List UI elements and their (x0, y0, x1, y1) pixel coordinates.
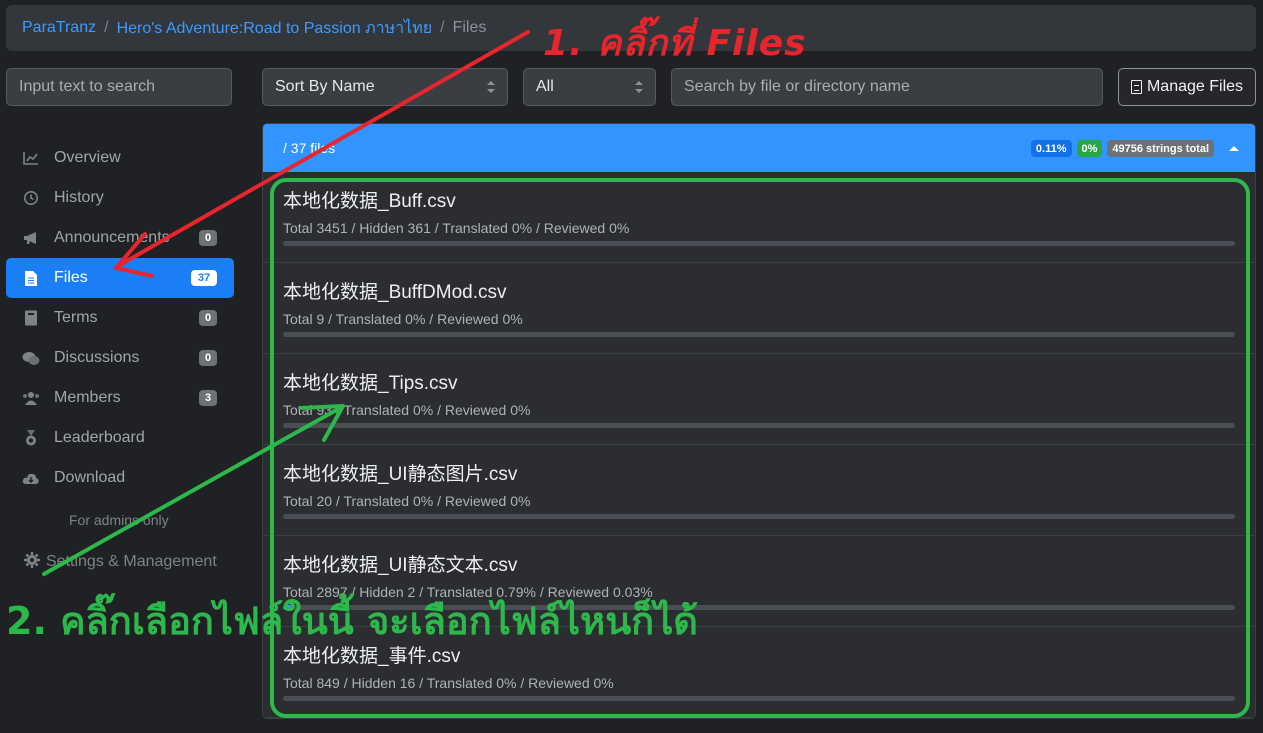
file-name-link[interactable]: 本地化数据_UI静态图片.csv (283, 459, 1235, 486)
file-stats: Total 93 / Translated 0% / Reviewed 0% (283, 402, 531, 418)
breadcrumb-separator: / (440, 19, 445, 36)
sidebar-item-history[interactable]: History (6, 178, 234, 218)
sidebar-item-label: History (54, 189, 104, 206)
reviewed-percent-badge: 0% (1076, 140, 1103, 157)
sidebar-item-announcements[interactable]: Announcements 0 (6, 218, 234, 258)
file-name-link[interactable]: 本地化数据_Tips.csv (283, 368, 1235, 395)
collapse-caret-icon[interactable] (1229, 146, 1239, 151)
file-stats: Total 3451 / Hidden 361 / Translated 0% … (283, 220, 630, 236)
directory-header[interactable]: / 37 files 0.11% 0% 49756 strings total (263, 124, 1255, 172)
comments-icon (22, 350, 40, 366)
sort-select[interactable]: Sort By Name (262, 68, 508, 106)
breadcrumb-project-link[interactable]: Hero's Adventure:Road to Passion ภาษาไทย (117, 16, 433, 41)
sidebar: Overview History Announcements 0 Files 3… (6, 138, 234, 582)
file-icon (22, 270, 40, 286)
sidebar-search-input[interactable]: Input text to search (6, 68, 232, 106)
admin-only-note: For admins only (69, 512, 169, 528)
strings-total-badge: 49756 strings total (1107, 140, 1214, 157)
directory-stats: 0.11% 0% 49756 strings total (1030, 140, 1239, 157)
sidebar-item-overview[interactable]: Overview (6, 138, 234, 178)
sidebar-item-leaderboard[interactable]: Leaderboard (6, 418, 234, 458)
cloud-download-icon (22, 470, 40, 486)
file-stats: Total 9 / Translated 0% / Reviewed 0% (283, 311, 523, 327)
megaphone-icon (22, 230, 40, 246)
medal-icon (22, 430, 40, 446)
file-name-link[interactable]: 本地化数据_Buff.csv (283, 186, 1235, 213)
book-icon (22, 310, 40, 326)
file-name-link[interactable]: 本地化数据_UI静态文本.csv (283, 550, 1235, 577)
sidebar-item-settings[interactable]: Settings & Management (6, 542, 234, 582)
file-search-input[interactable]: Search by file or directory name (671, 68, 1103, 106)
history-icon (22, 190, 40, 206)
count-badge: 3 (199, 390, 217, 406)
count-badge: 0 (199, 310, 217, 326)
file-row[interactable]: 本地化数据_UI静态图片.csv Total 20 / Translated 0%… (263, 445, 1255, 536)
count-badge: 0 (199, 230, 217, 246)
file-row[interactable]: 本地化数据_Buff.csv Total 3451 / Hidden 361 / … (263, 172, 1255, 263)
file-progress-bar (283, 514, 1235, 519)
sidebar-item-discussions[interactable]: Discussions 0 (6, 338, 234, 378)
sidebar-item-label: Discussions (54, 349, 140, 366)
sidebar-item-label: Terms (54, 309, 98, 326)
settings-label: Settings & Management (46, 553, 217, 570)
directory-path: / 37 files (283, 140, 336, 156)
gear-icon (24, 551, 40, 573)
step2-annotation: 2. คลิ๊กเลือกไฟล์ในนี้ จะเลือกไฟล์ไหนก็ไ… (6, 599, 698, 643)
sidebar-item-label: Overview (54, 149, 121, 166)
breadcrumb-current: Files (452, 19, 487, 36)
sidebar-item-label: Members (54, 389, 121, 406)
count-badge: 37 (191, 270, 217, 286)
file-progress-bar (283, 696, 1235, 701)
file-row[interactable]: 本地化数据_BuffDMod.csv Total 9 / Translated 0… (263, 263, 1255, 354)
step1-annotation: 1. คลิ๊กที่ Files (543, 23, 807, 64)
sidebar-item-label: Download (54, 469, 126, 486)
sort-select-value: Sort By Name (275, 78, 375, 95)
sidebar-item-files[interactable]: Files 37 (6, 258, 234, 298)
users-icon (22, 390, 40, 406)
sidebar-item-download[interactable]: Download (6, 458, 234, 498)
breadcrumb-separator: / (104, 19, 109, 36)
file-row[interactable]: 本地化数据_Tips.csv Total 93 / Translated 0% /… (263, 354, 1255, 445)
file-stats: Total 20 / Translated 0% / Reviewed 0% (283, 493, 531, 509)
file-progress-bar (283, 241, 1235, 246)
manage-files-label: Manage Files (1146, 78, 1244, 95)
filter-select[interactable]: All (523, 68, 656, 106)
sidebar-item-members[interactable]: Members 3 (6, 378, 234, 418)
breadcrumb-root-link[interactable]: ParaTranz (22, 19, 96, 37)
sidebar-item-terms[interactable]: Terms 0 (6, 298, 234, 338)
file-progress-bar (283, 332, 1235, 337)
count-badge: 0 (199, 350, 217, 366)
select-arrows-icon (635, 81, 643, 93)
file-stats: Total 849 / Hidden 16 / Translated 0% / … (283, 675, 614, 691)
file-progress-bar (283, 423, 1235, 428)
select-arrows-icon (487, 81, 495, 93)
file-name-link[interactable]: 本地化数据_BuffDMod.csv (283, 277, 1235, 304)
chart-icon (22, 150, 40, 166)
sidebar-item-label: Announcements (54, 229, 170, 246)
translated-percent-badge: 0.11% (1030, 140, 1072, 157)
manage-files-button[interactable]: Manage Files (1118, 68, 1256, 106)
sidebar-item-label: Leaderboard (54, 429, 145, 446)
sidebar-item-label: Files (54, 269, 88, 286)
document-icon (1130, 80, 1142, 94)
filter-select-value: All (536, 78, 554, 95)
